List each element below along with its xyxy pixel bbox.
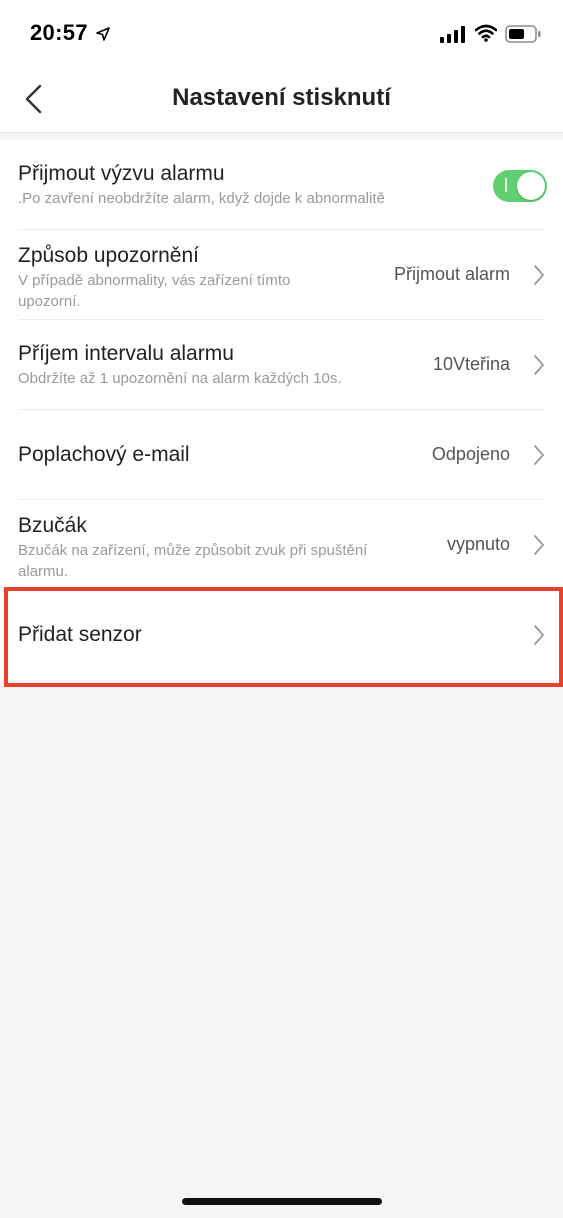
setting-title: Příjem intervalu alarmu bbox=[18, 342, 234, 365]
page-title: Nastavení stisknutí bbox=[172, 84, 391, 111]
toggle-on-mark bbox=[505, 178, 507, 192]
chevron-right-icon bbox=[534, 265, 544, 285]
status-time: 20:57 bbox=[30, 20, 88, 45]
setting-buzzer[interactable]: Bzučák Bzučák na zařízení, může způsobit… bbox=[0, 500, 563, 590]
setting-subtitle: .Po zavření neobdržíte alarm, když dojde… bbox=[18, 190, 385, 207]
setting-value: Odpojeno bbox=[431, 444, 510, 464]
setting-receive-alarm: Přijmout výzvu alarmu .Po zavření neobdr… bbox=[0, 140, 563, 230]
setting-title: Poplachový e-mail bbox=[18, 443, 190, 466]
setting-subtitle: V případě abnormality, vás zařízení tímt… bbox=[18, 272, 291, 310]
location-arrow-icon bbox=[96, 27, 110, 41]
settings-list: Přijmout výzvu alarmu .Po zavření neobdr… bbox=[0, 140, 563, 680]
setting-alarm-email[interactable]: Poplachový e-mail Odpojeno bbox=[0, 410, 563, 500]
wifi-icon bbox=[475, 24, 497, 42]
home-indicator[interactable] bbox=[182, 1198, 382, 1205]
setting-value: 10Vteřina bbox=[432, 354, 510, 374]
setting-title: Způsob upozornění bbox=[18, 244, 199, 267]
receive-alarm-toggle[interactable] bbox=[493, 170, 547, 202]
cellular-signal-icon bbox=[440, 26, 465, 43]
battery-icon bbox=[505, 25, 541, 43]
setting-title: Přijmout výzvu alarmu bbox=[18, 162, 225, 185]
status-bar: 20:57 bbox=[0, 0, 563, 62]
setting-subtitle: Obdržíte až 1 upozornění na alarm každýc… bbox=[18, 370, 342, 387]
setting-alarm-interval[interactable]: Příjem intervalu alarmu Obdržíte až 1 up… bbox=[0, 320, 563, 410]
chevron-right-icon bbox=[534, 445, 544, 465]
navigation-bar: Nastavení stisknutí bbox=[0, 62, 563, 133]
setting-title: Přidat senzor bbox=[18, 623, 142, 646]
chevron-right-icon bbox=[534, 355, 544, 375]
setting-value: Přijmout alarm bbox=[393, 264, 510, 284]
chevron-right-icon bbox=[534, 625, 544, 645]
setting-value: vypnuto bbox=[446, 534, 510, 554]
setting-subtitle: Bzučák na zařízení, může způsobit zvuk p… bbox=[18, 542, 368, 580]
chevron-right-icon bbox=[534, 535, 544, 555]
toggle-knob bbox=[517, 172, 545, 200]
setting-notification-method[interactable]: Způsob upozornění V případě abnormality,… bbox=[0, 230, 563, 320]
setting-title: Bzučák bbox=[18, 514, 87, 537]
setting-add-sensor[interactable]: Přidat senzor bbox=[0, 590, 563, 680]
